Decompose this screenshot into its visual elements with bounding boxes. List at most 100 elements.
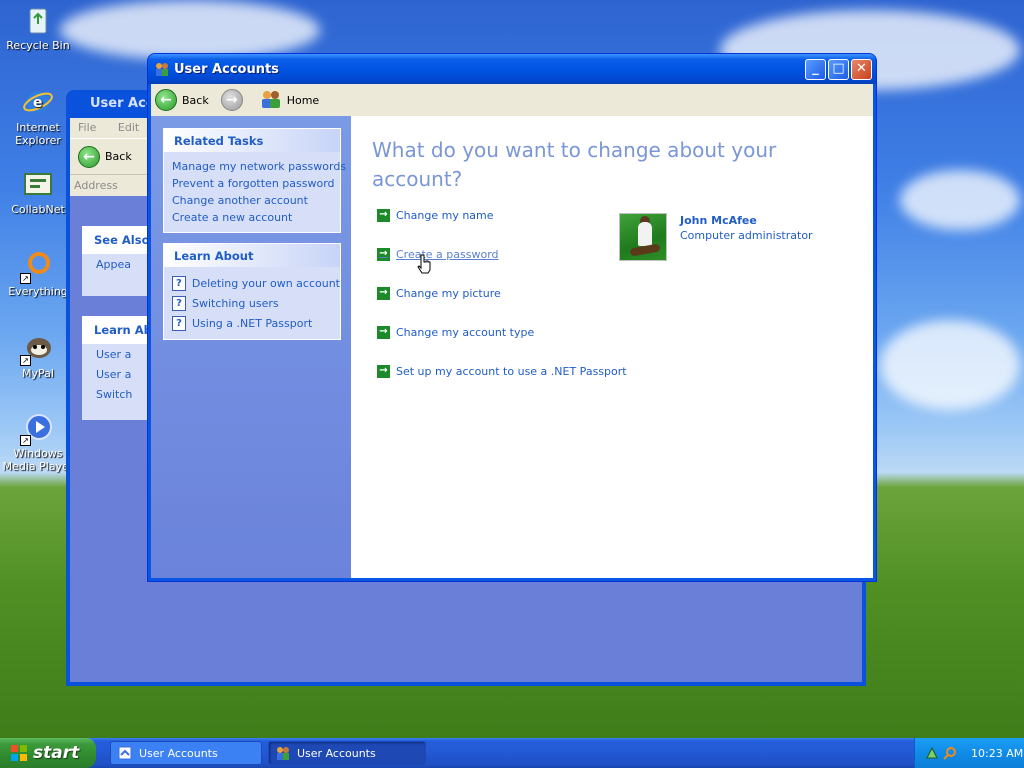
choice-label: Change my name xyxy=(396,209,494,222)
taskbar: start User Accounts User Accounts 10:23 … xyxy=(0,738,1024,768)
avatar xyxy=(619,213,667,261)
choice-change-name[interactable]: → Change my name xyxy=(377,209,494,222)
see-also-heading: See Also xyxy=(82,226,152,254)
help-icon: ? xyxy=(172,295,186,311)
green-arrow-icon: → xyxy=(377,287,390,300)
desktop-icon-mypal[interactable]: ↗ MyPal xyxy=(0,332,76,380)
choice-label: Change my account type xyxy=(396,326,535,339)
desktop-icon-everything[interactable]: ↗ Everything xyxy=(0,250,76,298)
choice-net-passport[interactable]: → Set up my account to use a .NET Passpo… xyxy=(377,365,627,378)
desktop-icon-collabnet[interactable]: CollabNet xyxy=(0,168,76,216)
choice-create-password[interactable]: → Create a password xyxy=(377,248,499,261)
window-titlebar[interactable]: User Accounts _ □ ✕ xyxy=(148,54,876,84)
see-also-panel: See Also Appea xyxy=(82,226,152,296)
user-account-card[interactable]: John McAfee Computer administrator xyxy=(619,213,813,261)
svg-text:e: e xyxy=(33,95,43,111)
choice-change-account-type[interactable]: → Change my account type xyxy=(377,326,534,339)
start-button[interactable]: start xyxy=(0,738,96,768)
help-icon: ? xyxy=(172,315,186,331)
shortcut-arrow-icon: ↗ xyxy=(20,355,31,366)
learn-about-heading-bg: Learn Ab xyxy=(82,316,152,344)
menu-edit[interactable]: Edit xyxy=(118,121,139,134)
green-arrow-icon: → xyxy=(377,365,390,378)
taskbar-item-label: User Accounts xyxy=(297,746,376,760)
page-title: What do you want to change about your ac… xyxy=(372,138,777,191)
back-arrow-icon[interactable]: ← xyxy=(78,145,100,168)
related-task-manage-passwords[interactable]: Manage my network passwords xyxy=(172,158,346,175)
close-icon: ✕ xyxy=(856,60,867,76)
taskbar-item-user-accounts-2[interactable]: User Accounts xyxy=(268,741,426,765)
desktop-icon-media-player[interactable]: ↗ Windows Media Player xyxy=(0,412,76,473)
learn-about-label: Using a .NET Passport xyxy=(192,316,313,330)
system-tray: 10:23 AM xyxy=(914,738,1024,768)
minimize-icon: _ xyxy=(812,60,819,76)
user-accounts-icon xyxy=(117,745,133,761)
learn-about-net-passport[interactable]: ? Using a .NET Passport xyxy=(172,313,340,333)
close-button[interactable]: ✕ xyxy=(851,58,872,80)
desktop-icon-label: Windows Media Player xyxy=(2,447,74,473)
desktop-icon-label: Internet Explorer xyxy=(15,121,61,147)
shortcut-arrow-icon: ↗ xyxy=(20,273,31,284)
search-icon[interactable] xyxy=(943,746,957,760)
learn-about-label: Deleting your own account xyxy=(191,276,340,290)
desktop-icon-internet-explorer[interactable]: e Internet Explorer xyxy=(0,86,76,147)
user-role: Computer administrator xyxy=(680,229,813,242)
related-tasks-box: Related Tasks Manage my network password… xyxy=(163,128,346,233)
user-accounts-icon xyxy=(154,61,170,77)
see-also-item[interactable]: Appea xyxy=(82,254,152,274)
desktop-icon-label: MyPal xyxy=(22,367,54,380)
choice-label: Change my picture xyxy=(396,287,501,300)
collabnet-icon xyxy=(22,168,54,200)
user-accounts-window[interactable]: User Accounts _ □ ✕ ← Back → Home Relate… xyxy=(147,53,877,582)
avatar-figure xyxy=(638,222,652,246)
related-task-create-account[interactable]: Create a new account xyxy=(172,209,340,226)
forward-button[interactable]: → xyxy=(220,89,248,111)
background-back-label[interactable]: Back xyxy=(105,150,132,163)
learn-about-item-bg[interactable]: User a xyxy=(82,344,152,364)
navigation-bar: ← Back → Home xyxy=(148,84,876,116)
maximize-button[interactable]: □ xyxy=(828,58,849,80)
minimize-button[interactable]: _ xyxy=(805,58,826,80)
cloud xyxy=(60,0,320,60)
cloud xyxy=(900,170,1020,230)
back-button[interactable]: ← Back xyxy=(155,89,209,111)
internet-explorer-icon: e xyxy=(22,86,54,118)
learn-about-item-bg[interactable]: User a xyxy=(82,364,152,384)
desktop-icon-recycle-bin[interactable]: Recycle Bin xyxy=(0,4,76,52)
hand-cursor-icon xyxy=(417,254,431,274)
recycle-bin-icon xyxy=(22,4,54,36)
learn-about-box: Learn About ? Deleting your own account … xyxy=(163,243,341,340)
taskbar-item-label: User Accounts xyxy=(139,746,218,760)
help-icon: ? xyxy=(172,275,186,291)
taskbar-item-user-accounts-1[interactable]: User Accounts xyxy=(110,741,262,765)
learn-about-deleting-account[interactable]: ? Deleting your own account xyxy=(172,273,340,293)
clock[interactable]: 10:23 AM xyxy=(971,747,1023,760)
user-accounts-icon xyxy=(275,745,291,761)
green-arrow-icon: → xyxy=(377,209,390,222)
related-tasks-heading: Related Tasks xyxy=(164,129,340,152)
back-label: Back xyxy=(182,93,209,107)
everything-icon: ↗ xyxy=(20,250,54,284)
mypal-icon: ↗ xyxy=(20,332,54,366)
task-pane: Related Tasks Manage my network password… xyxy=(151,116,351,578)
shortcut-arrow-icon: ↗ xyxy=(20,435,31,446)
learn-about-item-bg[interactable]: Switch xyxy=(82,384,152,404)
green-arrow-icon: → xyxy=(377,326,390,339)
main-pane: What do you want to change about your ac… xyxy=(351,116,873,578)
home-button[interactable]: Home xyxy=(260,89,319,111)
learn-about-switching-users[interactable]: ? Switching users xyxy=(172,293,340,313)
skateboard-icon xyxy=(629,243,661,257)
related-task-change-another-account[interactable]: Change another account xyxy=(172,192,340,209)
back-arrow-icon: ← xyxy=(155,89,177,111)
forward-arrow-icon: → xyxy=(220,89,243,111)
related-task-forgotten-password[interactable]: Prevent a forgotten password xyxy=(172,175,340,192)
media-player-icon: ↗ xyxy=(20,412,54,446)
desktop-icon-label: CollabNet xyxy=(11,203,65,216)
choice-change-picture[interactable]: → Change my picture xyxy=(377,287,501,300)
menu-file[interactable]: File xyxy=(78,121,96,134)
desktop-icon-label: Everything xyxy=(8,285,68,298)
window-content: Related Tasks Manage my network password… xyxy=(151,116,873,578)
home-users-icon xyxy=(260,89,282,111)
network-icon[interactable] xyxy=(925,746,939,760)
choice-label: Create a password xyxy=(396,248,499,261)
